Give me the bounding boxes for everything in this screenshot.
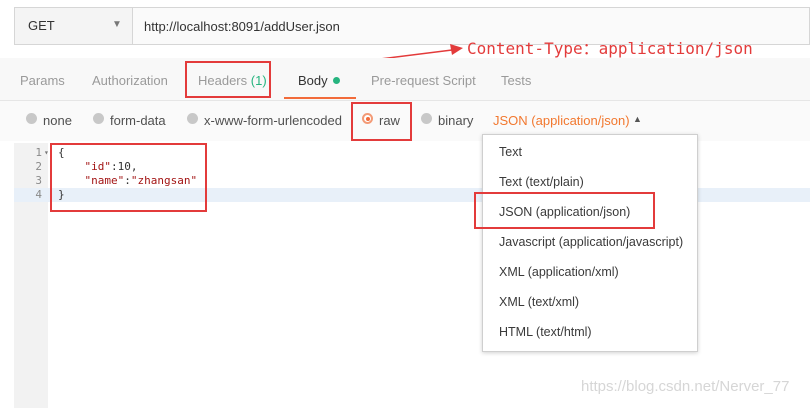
radio-binary-label: binary	[438, 113, 474, 128]
radio-x-www-form-urlencoded[interactable]	[187, 113, 198, 124]
radio-none-label: none	[43, 113, 72, 128]
radio-x-www-form-urlencoded-label: x-www-form-urlencoded	[204, 113, 342, 128]
line-number: 3	[35, 174, 42, 187]
dropdown-option-xml-application[interactable]: XML (application/xml)	[499, 265, 619, 279]
tab-pre-request-script[interactable]: Pre-request Script	[371, 73, 476, 88]
tab-params[interactable]: Params	[20, 73, 65, 88]
dropdown-option-xml-text[interactable]: XML (text/xml)	[499, 295, 579, 309]
radio-form-data[interactable]	[93, 113, 104, 124]
content-type-dropdown: Text Text (text/plain) JSON (application…	[482, 134, 698, 352]
dropdown-option-html[interactable]: HTML (text/html)	[499, 325, 592, 339]
tab-body[interactable]: Body	[298, 73, 340, 88]
tab-body-label: Body	[298, 73, 328, 88]
request-tabs: Params Authorization Headers (1) Body Pr…	[0, 58, 810, 101]
content-type-select[interactable]: JSON (application/json)	[493, 113, 630, 128]
raw-highlight-box	[351, 102, 412, 141]
dropdown-option-text[interactable]: Text	[499, 145, 522, 159]
watermark: https://blog.csdn.net/Nerver_77	[581, 378, 790, 395]
line-number: 4	[35, 188, 42, 201]
active-tab-underline	[284, 97, 356, 99]
tab-authorization[interactable]: Authorization	[92, 73, 168, 88]
line-number: 2	[35, 160, 42, 173]
fold-arrow-icon[interactable]: ▾	[44, 146, 49, 160]
caret-up-icon[interactable]: ▲	[633, 114, 642, 124]
radio-form-data-label: form-data	[110, 113, 166, 128]
dropdown-option-text-plain[interactable]: Text (text/plain)	[499, 175, 584, 189]
dropdown-option-javascript[interactable]: Javascript (application/javascript)	[499, 235, 683, 249]
tab-tests[interactable]: Tests	[501, 73, 531, 88]
radio-binary[interactable]	[421, 113, 432, 124]
line-number: 1	[35, 146, 42, 159]
radio-none[interactable]	[26, 113, 37, 124]
json-option-highlight-box	[474, 192, 655, 229]
code-highlight-box	[50, 143, 207, 212]
headers-highlight-box	[185, 61, 271, 98]
body-indicator-dot	[332, 77, 340, 85]
